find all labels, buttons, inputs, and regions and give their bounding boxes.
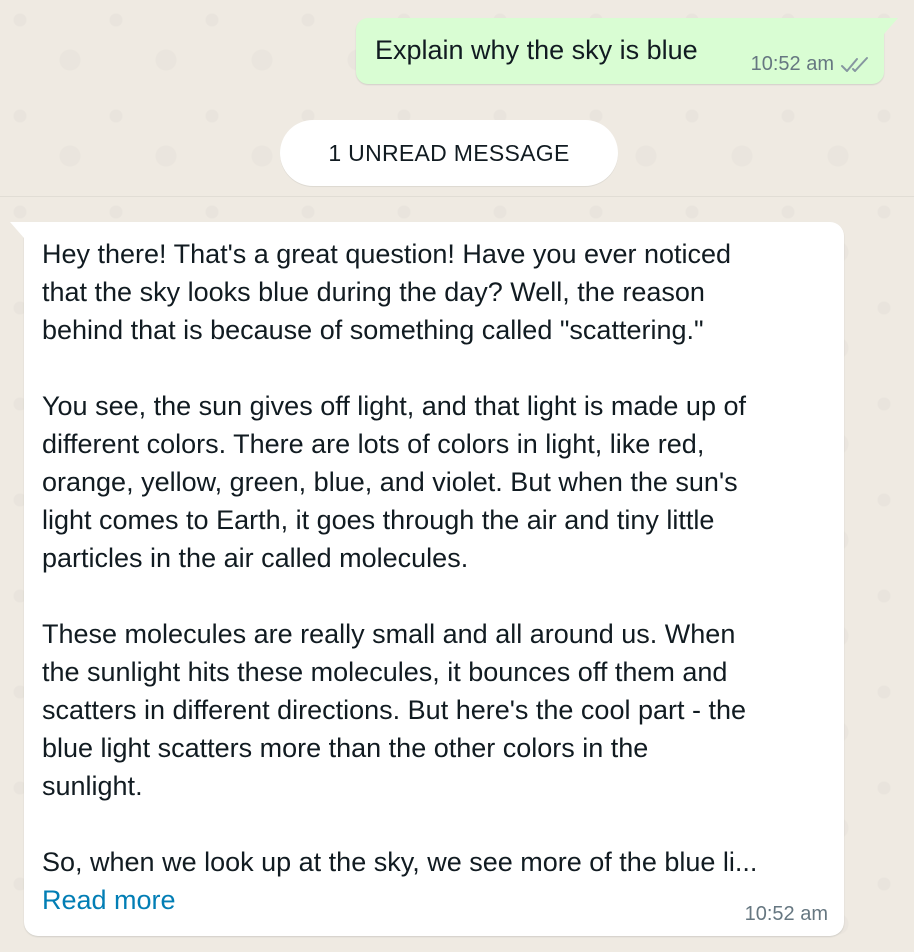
message-paragraph: These molecules are really small and all… (42, 619, 747, 801)
message-time: 10:52 am (744, 903, 828, 925)
unread-messages-banner: 1 UNREAD MESSAGE (280, 120, 618, 186)
incoming-message-body: Hey there! That's a great question! Have… (42, 235, 842, 919)
outgoing-message-bubble[interactable]: Explain why the sky is blue 10:52 am (356, 18, 898, 84)
message-paragraph: You see, the sun gives off light, and th… (42, 391, 746, 573)
bubble-tail (10, 222, 24, 238)
message-meta: 10:52 am (751, 53, 872, 76)
message-paragraph-truncated: So, when we look up at the sky, we see m… (42, 847, 758, 877)
incoming-message-bubble[interactable]: Hey there! That's a great question! Have… (10, 222, 844, 936)
unread-divider-line (0, 196, 914, 197)
message-time: 10:52 am (750, 53, 834, 75)
bubble-tail (884, 18, 898, 34)
read-more-link[interactable]: Read more (42, 881, 176, 919)
outgoing-message-text: Explain why the sky is blue (375, 35, 698, 65)
message-paragraph: Hey there! That's a great question! Have… (42, 239, 732, 345)
double-check-icon (841, 56, 868, 72)
